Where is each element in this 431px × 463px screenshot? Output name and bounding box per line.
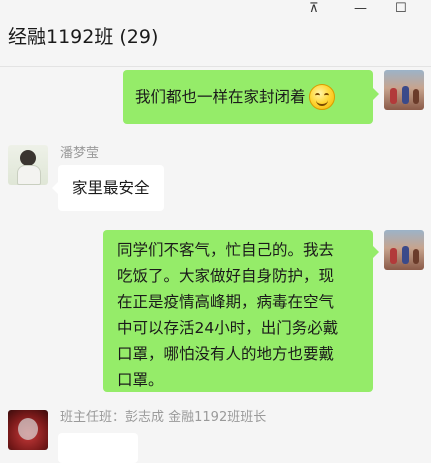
smile-emoji-icon — [308, 84, 335, 110]
pin-icon[interactable]: ⊼ — [309, 1, 319, 17]
message-line: 口罩。 — [117, 371, 164, 389]
sender-name: 潘梦莹 — [60, 146, 100, 161]
message-line: 口罩，哪怕没有人的地方也要戴 — [117, 345, 335, 363]
message-bubble-other[interactable] — [58, 433, 138, 463]
message-bubble-other[interactable]: 家里最安全 — [52, 165, 164, 211]
sender-name: 班主任班：彭志成 金融1192班班长 — [60, 410, 267, 425]
message-text: 家里最安全 — [72, 179, 150, 197]
message-bubble-self[interactable]: 我们都也一样在家封闭着 — [123, 70, 379, 124]
message-text: 我们都也一样在家封闭着 — [135, 88, 306, 106]
minimize-icon[interactable]: — — [354, 1, 367, 17]
sender-avatar[interactable] — [8, 410, 48, 450]
title-bar: 经融1192班 (29) ⊼ — ☐ — [0, 0, 431, 67]
message-line: 中可以存活24小时，出门务必戴 — [117, 319, 339, 337]
message-bubble-self[interactable]: 同学们不客气，忙自己的。我去 吃饭了。大家做好自身防护，现 在正是疫情高峰期，病… — [103, 230, 379, 392]
maximize-icon[interactable]: ☐ — [395, 1, 407, 17]
message-line: 吃饭了。大家做好自身防护，现 — [117, 267, 335, 285]
self-avatar[interactable] — [384, 70, 424, 110]
chat-title[interactable]: 经融1192班 (29) — [8, 22, 158, 49]
message-line: 在正是疫情高峰期，病毒在空气 — [117, 293, 335, 311]
message-line: 同学们不客气，忙自己的。我去 — [117, 241, 335, 259]
sender-avatar[interactable] — [8, 145, 48, 185]
self-avatar[interactable] — [384, 230, 424, 270]
